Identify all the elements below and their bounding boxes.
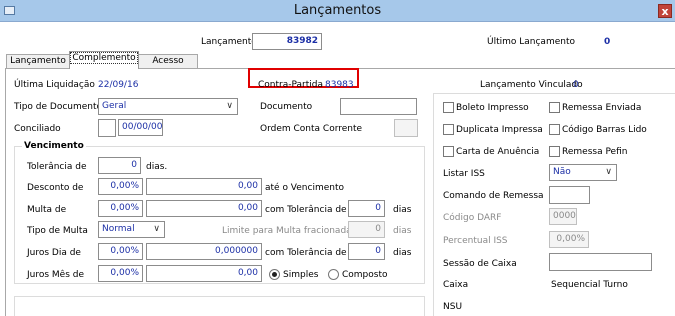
ultima-liquidacao-label: Última Liquidação <box>14 80 95 90</box>
listar-iss-select[interactable]: Não ∨ <box>549 164 617 181</box>
juros-mes-value-field[interactable]: 0,00 <box>146 265 262 282</box>
lancamento-vinculado-value: 0 <box>573 80 579 90</box>
desconto-pct-field[interactable]: 0,00% <box>98 178 143 195</box>
contra-partida-label: Contra-Partida <box>258 80 323 90</box>
juros-dia-value-field[interactable]: 0,000000 <box>146 243 262 260</box>
desconto-value-field[interactable]: 0,00 <box>146 178 262 195</box>
composto-radio[interactable] <box>328 269 339 280</box>
comando-remessa-field[interactable] <box>549 186 590 204</box>
boleto-impresso-checkbox[interactable] <box>443 102 454 113</box>
limite-multa-field[interactable]: 0 <box>348 221 385 238</box>
chevron-down-icon: ∨ <box>153 224 160 234</box>
codigo-barras-lido-label: Código Barras Lido <box>562 125 647 135</box>
caixa-label: Caixa <box>443 280 469 290</box>
percentual-iss-field[interactable]: 0,00% <box>549 231 589 248</box>
duplicata-impressa-checkbox[interactable] <box>443 124 454 135</box>
tipo-documento-label: Tipo de Documento <box>14 102 103 112</box>
juros-dia-pct-field[interactable]: 0,00% <box>98 243 143 260</box>
remessa-enviada-checkbox[interactable] <box>549 102 560 113</box>
boleto-impresso-label: Boleto Impresso <box>456 103 529 113</box>
multa-value-field[interactable]: 0,00 <box>146 200 262 217</box>
documento-label: Documento <box>260 102 313 112</box>
secondary-group <box>14 296 425 316</box>
remessa-pefin-checkbox[interactable] <box>549 146 560 157</box>
percentual-iss-label: Percentual ISS <box>443 236 508 246</box>
ordem-conta-corrente-label: Ordem Conta Corrente <box>260 124 363 134</box>
juros-mes-label: Juros Mês de <box>27 270 85 280</box>
conciliado-date-field[interactable]: 00/00/00 <box>118 119 163 136</box>
composto-label: Composto <box>342 270 388 280</box>
codigo-barras-lido-checkbox[interactable] <box>549 124 560 135</box>
desconto-label: Desconto de <box>27 183 84 193</box>
tolerancia-label: Tolerância de <box>27 162 87 172</box>
ultima-liquidacao-value: 22/09/16 <box>98 80 139 90</box>
listar-iss-value: Não <box>553 167 571 177</box>
limite-multa-unit: dias <box>393 226 412 236</box>
codigo-darf-field[interactable]: 0000 <box>549 208 577 225</box>
multa-label: Multa de <box>27 205 67 215</box>
juros-dia-tolerancia-label: com Tolerância de <box>265 248 347 258</box>
simples-radio[interactable] <box>269 269 280 280</box>
sessao-caixa-field[interactable] <box>549 253 652 271</box>
tab-complemento[interactable]: Complemento <box>69 51 139 69</box>
lancamento-label: Lançamento <box>201 37 257 47</box>
juros-dia-label: Juros Dia de <box>27 248 81 258</box>
conciliado-label: Conciliado <box>14 124 61 134</box>
vencimento-title: Vencimento <box>22 141 86 151</box>
tab-lancamento[interactable]: Lançamento <box>6 54 70 68</box>
multa-pct-field[interactable]: 0,00% <box>98 200 143 217</box>
tipo-multa-select[interactable]: Normal ∨ <box>98 221 165 238</box>
tipo-multa-value: Normal <box>102 224 135 234</box>
tolerancia-unit: dias. <box>146 162 168 172</box>
documento-field[interactable] <box>340 98 417 115</box>
close-button[interactable]: x <box>658 4 672 18</box>
multa-tolerancia-field[interactable]: 0 <box>348 200 385 217</box>
remessa-pefin-label: Remessa Pefin <box>562 147 628 157</box>
juros-dia-tolerancia-unit: dias <box>393 248 412 258</box>
tipo-multa-label: Tipo de Multa <box>27 226 88 236</box>
nsu-label: NSU <box>443 302 463 312</box>
window-title: Lançamentos <box>293 3 382 18</box>
codigo-darf-label: Código DARF <box>443 213 502 223</box>
sessao-caixa-label: Sessão de Caixa <box>443 259 517 269</box>
tab-lancamento-label: Lançamento <box>10 56 66 66</box>
ultimo-lancamento-value: 0 <box>604 37 611 47</box>
sequencial-turno-label: Sequencial Turno <box>551 280 628 290</box>
simples-label: Simples <box>283 270 319 280</box>
tolerancia-field[interactable]: 0 <box>98 157 141 174</box>
tab-acesso-label: Acesso <box>152 56 184 66</box>
duplicata-impressa-label: Duplicata Impressa <box>456 125 543 135</box>
tab-acesso[interactable]: Acesso <box>138 54 198 68</box>
listar-iss-label: Listar ISS <box>443 169 485 179</box>
tipo-documento-value: Geral <box>102 101 127 111</box>
remessa-enviada-label: Remessa Enviada <box>562 103 642 113</box>
chevron-down-icon: ∨ <box>605 167 612 177</box>
desconto-suffix: até o Vencimento <box>265 183 345 193</box>
chevron-down-icon: ∨ <box>226 101 233 111</box>
multa-tolerancia-unit: dias <box>393 205 412 215</box>
limite-multa-label: Limite para Multa fracionada <box>222 226 352 236</box>
juros-mes-pct-field[interactable]: 0,00% <box>98 265 143 282</box>
comando-remessa-label: Comando de Remessa <box>443 191 544 201</box>
lancamento-vinculado-label: Lançamento Vinculado <box>480 80 583 90</box>
carta-anuencia-checkbox[interactable] <box>443 146 454 157</box>
contra-partida-value: 83983 <box>325 80 354 90</box>
tipo-documento-select[interactable]: Geral ∨ <box>98 98 238 115</box>
conciliado-checkbox[interactable] <box>98 119 116 137</box>
carta-anuencia-label: Carta de Anuência <box>456 147 540 157</box>
juros-dia-tolerancia-field[interactable]: 0 <box>348 243 385 260</box>
tab-complemento-label: Complemento <box>70 52 138 64</box>
multa-tolerancia-label: com Tolerância de <box>265 205 347 215</box>
ultimo-lancamento-label: Último Lançamento <box>487 37 575 47</box>
lancamento-field[interactable]: 83982 <box>252 33 322 50</box>
ordem-conta-corrente-field[interactable] <box>394 119 418 137</box>
